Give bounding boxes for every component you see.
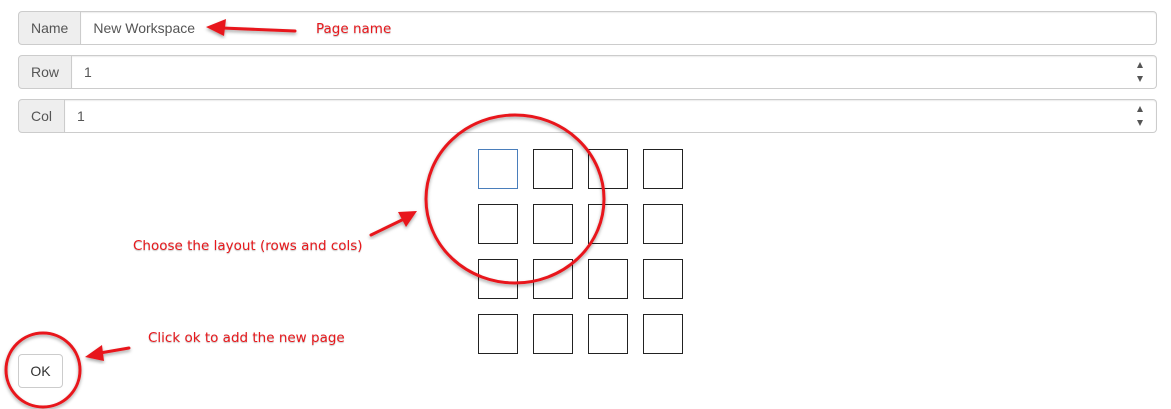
col-decrement-icon[interactable] xyxy=(1137,120,1143,126)
click-ok-arrow-icon xyxy=(85,345,131,361)
layout-cell-r2-c2[interactable] xyxy=(533,204,573,244)
new-page-dialog: Name Row Col OK Page name Choose the lay… xyxy=(0,0,1171,409)
ok-button[interactable]: OK xyxy=(18,354,63,388)
col-spinner xyxy=(1135,105,1145,127)
layout-cell-r1-c1[interactable] xyxy=(478,149,518,189)
row-spinner xyxy=(1135,61,1145,83)
row-increment-icon[interactable] xyxy=(1137,62,1143,68)
layout-cell-r2-c1[interactable] xyxy=(478,204,518,244)
row-number-wrapper xyxy=(72,55,1157,89)
layout-cell-r4-c2[interactable] xyxy=(533,314,573,354)
layout-cell-r2-c4[interactable] xyxy=(643,204,683,244)
row-input-group: Row xyxy=(18,55,1157,89)
layout-cell-r3-c3[interactable] xyxy=(588,259,628,299)
col-input[interactable] xyxy=(65,99,1157,133)
layout-cell-r4-c3[interactable] xyxy=(588,314,628,354)
click-ok-annotation: Click ok to add the new page xyxy=(148,330,345,346)
choose-layout-arrow-icon xyxy=(369,211,417,237)
layout-cell-r2-c3[interactable] xyxy=(588,204,628,244)
name-label: Name xyxy=(18,11,82,45)
name-input-group: Name xyxy=(18,11,1157,45)
layout-cell-r4-c4[interactable] xyxy=(643,314,683,354)
layout-cell-r1-c2[interactable] xyxy=(533,149,573,189)
row-label: Row xyxy=(18,55,73,89)
row-input[interactable] xyxy=(72,55,1157,89)
col-number-wrapper xyxy=(65,99,1157,133)
col-label: Col xyxy=(18,99,66,133)
layout-cell-r1-c3[interactable] xyxy=(588,149,628,189)
layout-cell-r1-c4[interactable] xyxy=(643,149,683,189)
layout-picker-grid xyxy=(478,149,683,354)
layout-cell-r3-c1[interactable] xyxy=(478,259,518,299)
page-name-annotation: Page name xyxy=(316,21,392,37)
col-increment-icon[interactable] xyxy=(1137,106,1143,112)
name-input[interactable] xyxy=(81,11,1157,45)
layout-cell-r4-c1[interactable] xyxy=(478,314,518,354)
layout-cell-r3-c2[interactable] xyxy=(533,259,573,299)
row-decrement-icon[interactable] xyxy=(1137,76,1143,82)
layout-cell-r3-c4[interactable] xyxy=(643,259,683,299)
col-input-group: Col xyxy=(18,99,1157,133)
choose-layout-annotation: Choose the layout (rows and cols) xyxy=(133,238,363,254)
